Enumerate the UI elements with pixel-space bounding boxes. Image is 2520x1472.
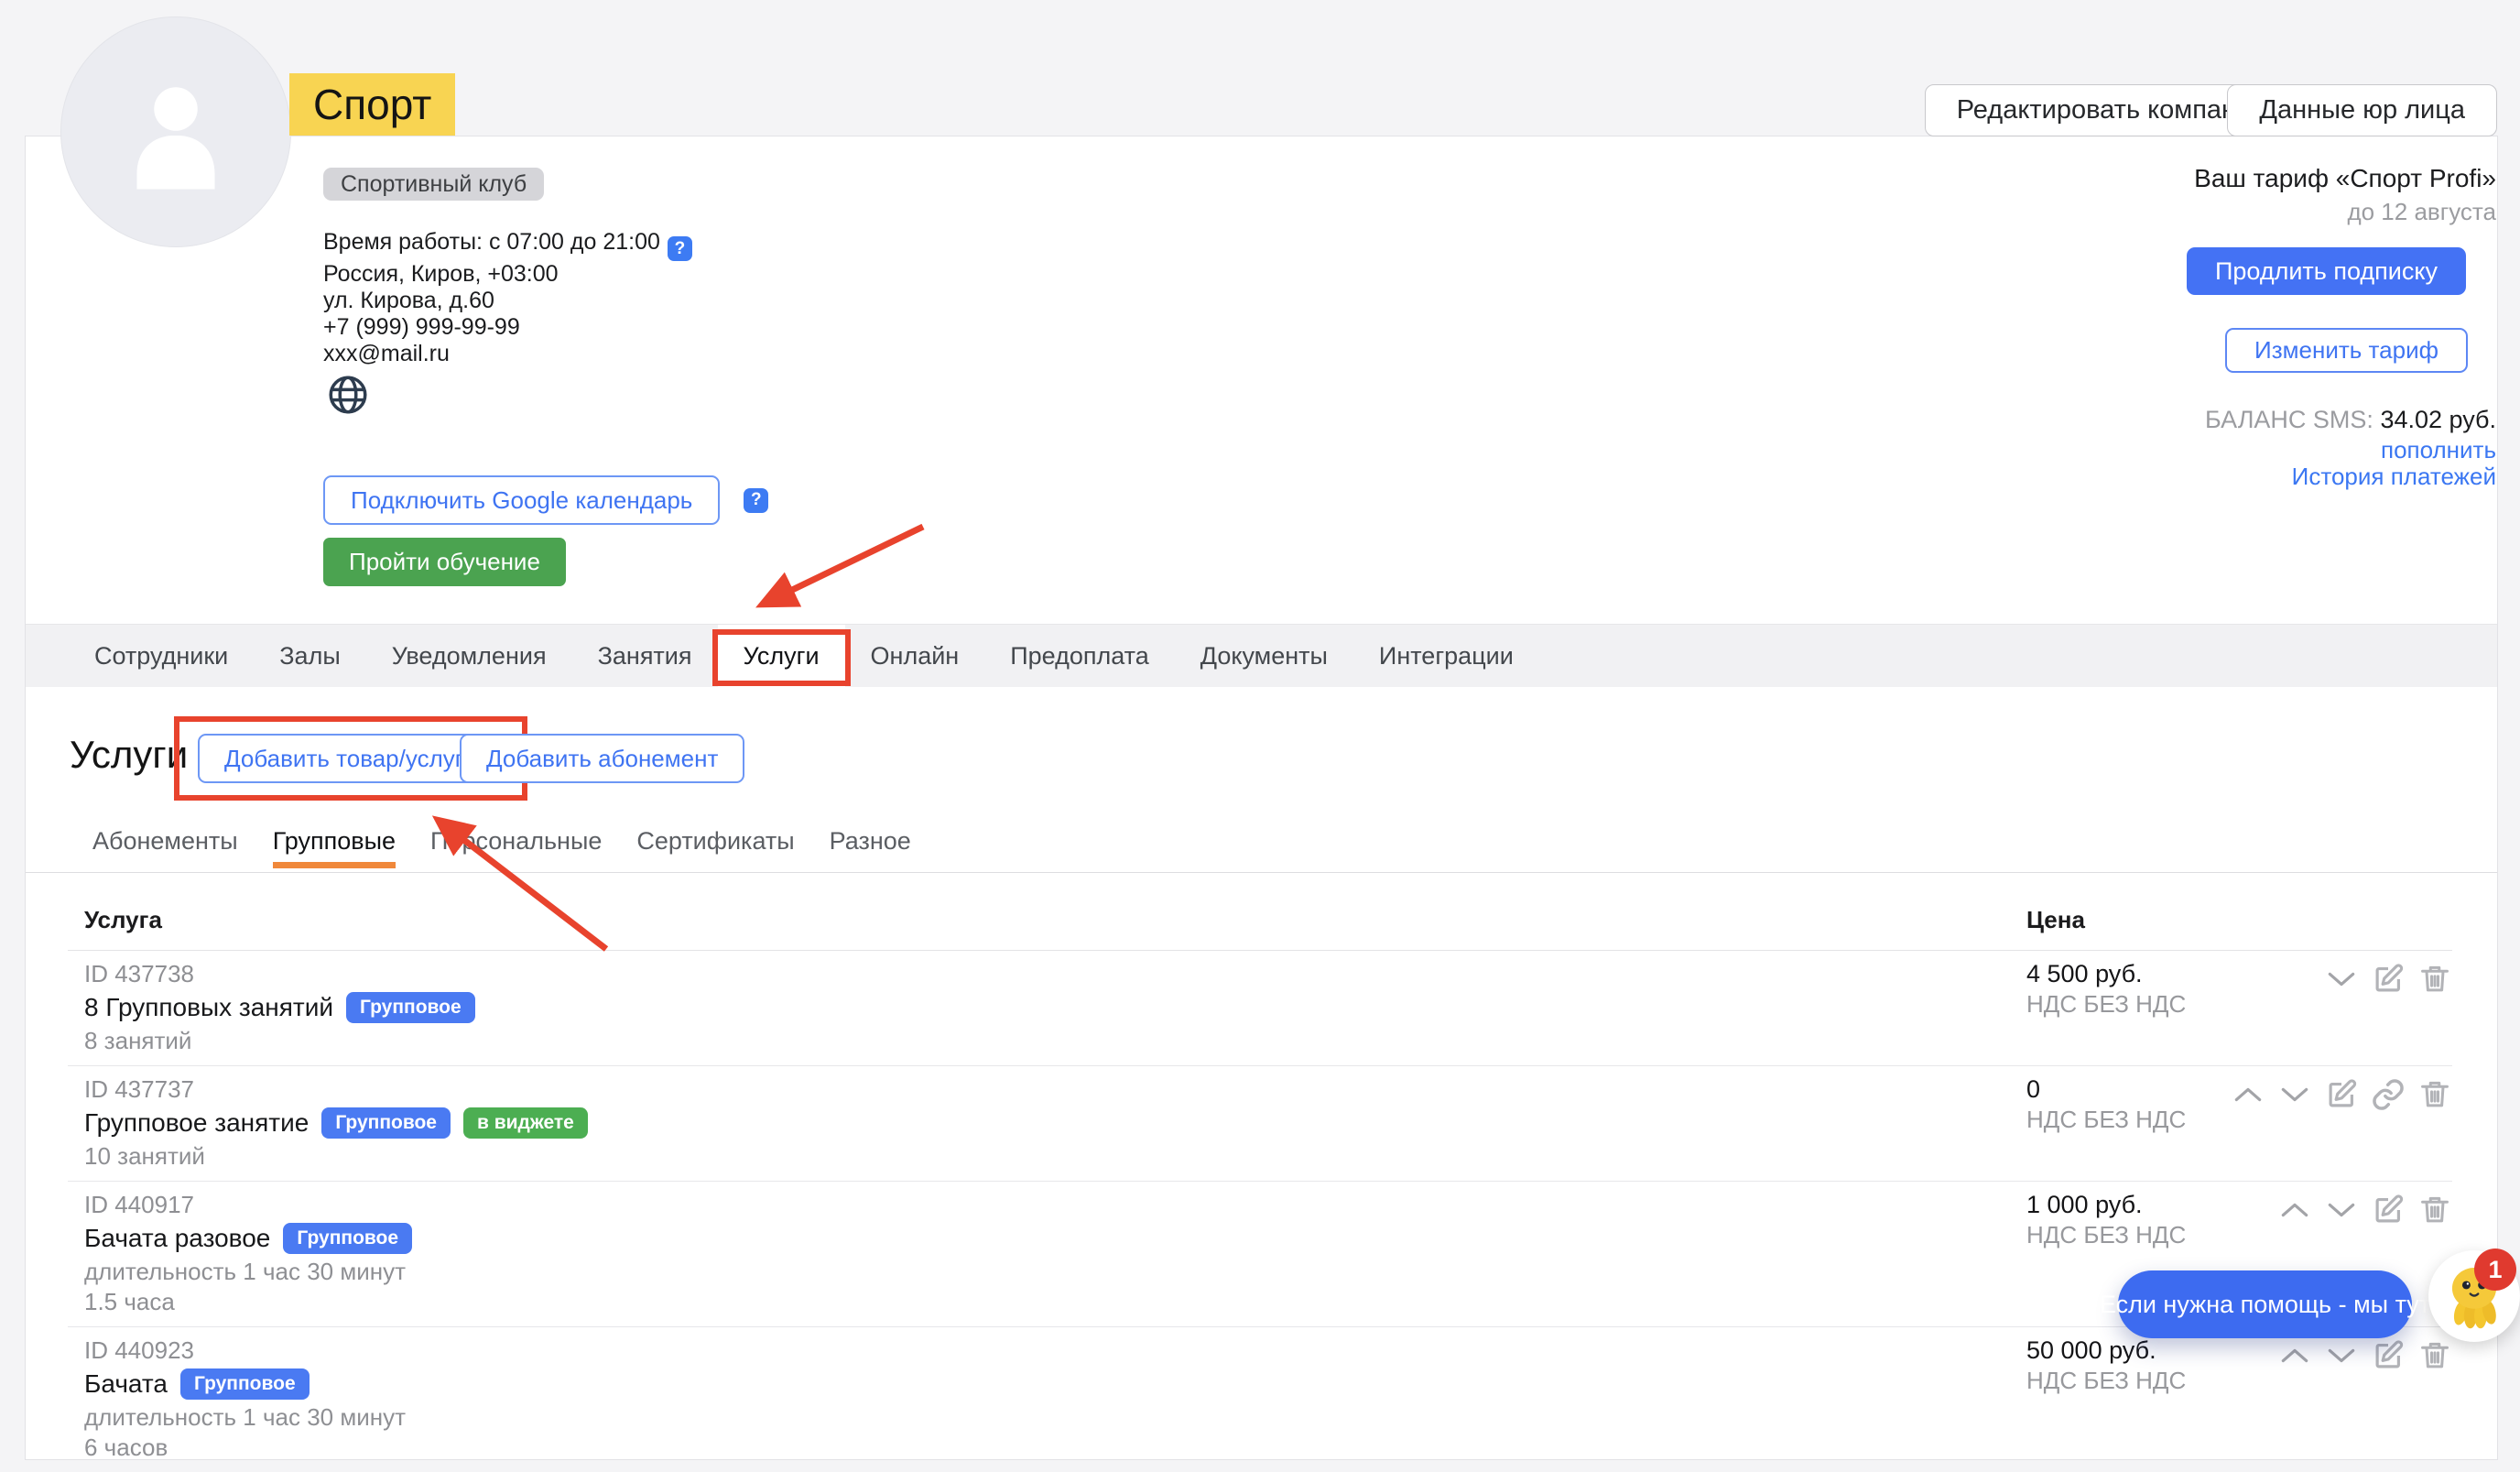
move-down-icon[interactable] xyxy=(2324,1193,2359,1227)
table-row: ID 440923 Бачата Групповое длительность … xyxy=(68,1327,2452,1472)
sms-balance-value: 34.02 руб. xyxy=(2380,406,2496,433)
divider xyxy=(26,872,2497,873)
edit-icon[interactable] xyxy=(2371,962,2406,997)
help-icon[interactable]: ? xyxy=(668,236,692,261)
service-detail: длительность 1 час 30 минут xyxy=(84,1257,2452,1287)
company-phone: +7 (999) 999-99-99 xyxy=(323,314,692,341)
service-vat: НДС БЕЗ НДС xyxy=(2026,1220,2186,1250)
renew-subscription-button[interactable]: Продлить подписку xyxy=(2187,247,2466,295)
trash-icon[interactable] xyxy=(2417,1077,2452,1112)
services-table: Услуга Цена ID 437738 8 Групповых заняти… xyxy=(68,893,2452,1472)
trash-icon[interactable] xyxy=(2417,962,2452,997)
main-tabs: Сотрудники Залы Уведомления Занятия Услу… xyxy=(26,624,2497,687)
service-vat: НДС БЕЗ НДС xyxy=(2026,1366,2186,1396)
edit-icon[interactable] xyxy=(2371,1193,2406,1227)
table-row: ID 437738 8 Групповых занятий Групповое … xyxy=(68,951,2452,1066)
work-time: Время работы: с 07:00 до 21:00? xyxy=(323,229,692,261)
move-down-icon[interactable] xyxy=(2277,1077,2312,1112)
company-type-badge: Спортивный клуб xyxy=(323,168,544,201)
connect-google-calendar-button[interactable]: Подключить Google календарь xyxy=(323,475,720,525)
service-price: 0 xyxy=(2026,1074,2186,1105)
company-name: Спорт xyxy=(289,73,455,136)
table-row: ID 437737 Групповое занятие Групповое в … xyxy=(68,1066,2452,1182)
subtab-group[interactable]: Групповые xyxy=(273,825,396,856)
legal-data-button[interactable]: Данные юр лица xyxy=(2227,84,2497,136)
move-up-icon[interactable] xyxy=(2277,1338,2312,1373)
service-name: Бачата разовое xyxy=(84,1224,270,1253)
service-detail: длительность 1 час 30 минут xyxy=(84,1402,2452,1433)
company-location: Россия, Киров, +03:00 xyxy=(323,261,692,288)
service-vat: НДС БЕЗ НДС xyxy=(2026,989,2186,1019)
service-price: 4 500 руб. xyxy=(2026,959,2186,989)
service-name: 8 Групповых занятий xyxy=(84,993,333,1022)
tariff-label: Ваш тариф «Спорт Profi» xyxy=(2194,164,2496,193)
widget-badge: в виджете xyxy=(463,1107,588,1139)
tab-prepayment[interactable]: Предоплата xyxy=(984,625,1175,687)
service-type-badge: Групповое xyxy=(346,992,475,1023)
company-avatar[interactable] xyxy=(60,16,291,247)
column-header-price: Цена xyxy=(2026,906,2085,934)
tab-employees[interactable]: Сотрудники xyxy=(69,625,254,687)
help-chat-button[interactable]: Если нужна помощь - мы тут xyxy=(2118,1270,2412,1338)
company-email: xxx@mail.ru xyxy=(323,341,692,367)
subtab-subscriptions[interactable]: Абонементы xyxy=(92,825,238,856)
tab-classes[interactable]: Занятия xyxy=(572,625,718,687)
tab-online[interactable]: Онлайн xyxy=(845,625,985,687)
service-type-badge: Групповое xyxy=(321,1107,451,1139)
service-detail: 10 занятий xyxy=(84,1141,2452,1172)
move-down-icon[interactable] xyxy=(2324,962,2359,997)
topup-link[interactable]: пополнить xyxy=(2381,436,2496,464)
trash-icon[interactable] xyxy=(2417,1193,2452,1227)
add-product-service-button[interactable]: Добавить товар/услугу xyxy=(198,734,502,783)
training-button[interactable]: Пройти обучение xyxy=(323,538,566,586)
trash-icon[interactable] xyxy=(2417,1338,2452,1373)
service-type-badge: Групповое xyxy=(283,1223,412,1254)
tab-halls[interactable]: Залы xyxy=(254,625,366,687)
service-subtabs: Абонементы Групповые Персональные Сертиф… xyxy=(92,825,911,856)
add-subscription-button[interactable]: Добавить абонемент xyxy=(460,734,744,783)
tab-documents[interactable]: Документы xyxy=(1175,625,1353,687)
globe-icon[interactable] xyxy=(325,372,371,422)
move-up-icon[interactable] xyxy=(2231,1077,2265,1112)
service-name: Бачата xyxy=(84,1369,168,1399)
service-vat: НДС БЕЗ НДС xyxy=(2026,1105,2186,1135)
help-icon[interactable]: ? xyxy=(744,488,768,513)
tab-services[interactable]: Услуги xyxy=(718,625,845,687)
tab-integrations[interactable]: Интеграции xyxy=(1353,625,1539,687)
service-detail: 8 занятий xyxy=(84,1026,2452,1056)
subtab-certificates[interactable]: Сертификаты xyxy=(636,825,794,856)
company-address: ул. Кирова, д.60 xyxy=(323,288,692,314)
change-tariff-button[interactable]: Изменить тариф xyxy=(2225,328,2468,373)
company-contact-info: Время работы: с 07:00 до 21:00? Россия, … xyxy=(323,229,692,367)
sms-balance: БАЛАНС SMS: 34.02 руб. xyxy=(2205,406,2496,434)
service-type-badge: Групповое xyxy=(180,1368,310,1400)
column-header-service: Услуга xyxy=(84,906,162,934)
service-price: 1 000 руб. xyxy=(2026,1190,2186,1220)
payment-history-link[interactable]: История платежей xyxy=(2292,463,2496,491)
tariff-until: до 12 августа xyxy=(2347,198,2496,226)
table-row: ID 440917 Бачата разовое Групповое длите… xyxy=(68,1182,2452,1327)
tab-notifications[interactable]: Уведомления xyxy=(366,625,572,687)
edit-icon[interactable] xyxy=(2324,1077,2359,1112)
move-up-icon[interactable] xyxy=(2277,1193,2312,1227)
notification-badge: 1 xyxy=(2474,1248,2516,1291)
edit-icon[interactable] xyxy=(2371,1338,2406,1373)
service-detail: 6 часов xyxy=(84,1433,2452,1463)
subtab-misc[interactable]: Разное xyxy=(830,825,911,856)
service-price: 50 000 руб. xyxy=(2026,1336,2186,1366)
sms-balance-label: БАЛАНС SMS: xyxy=(2205,406,2380,433)
service-detail: 1.5 часа xyxy=(84,1287,2452,1317)
table-header: Услуга Цена xyxy=(68,893,2452,951)
subtab-personal[interactable]: Персональные xyxy=(430,825,602,856)
person-icon xyxy=(107,63,244,201)
page-title: Услуги xyxy=(70,733,188,777)
service-name: Групповое занятие xyxy=(84,1108,309,1138)
link-icon[interactable] xyxy=(2371,1077,2406,1112)
move-down-icon[interactable] xyxy=(2324,1338,2359,1373)
